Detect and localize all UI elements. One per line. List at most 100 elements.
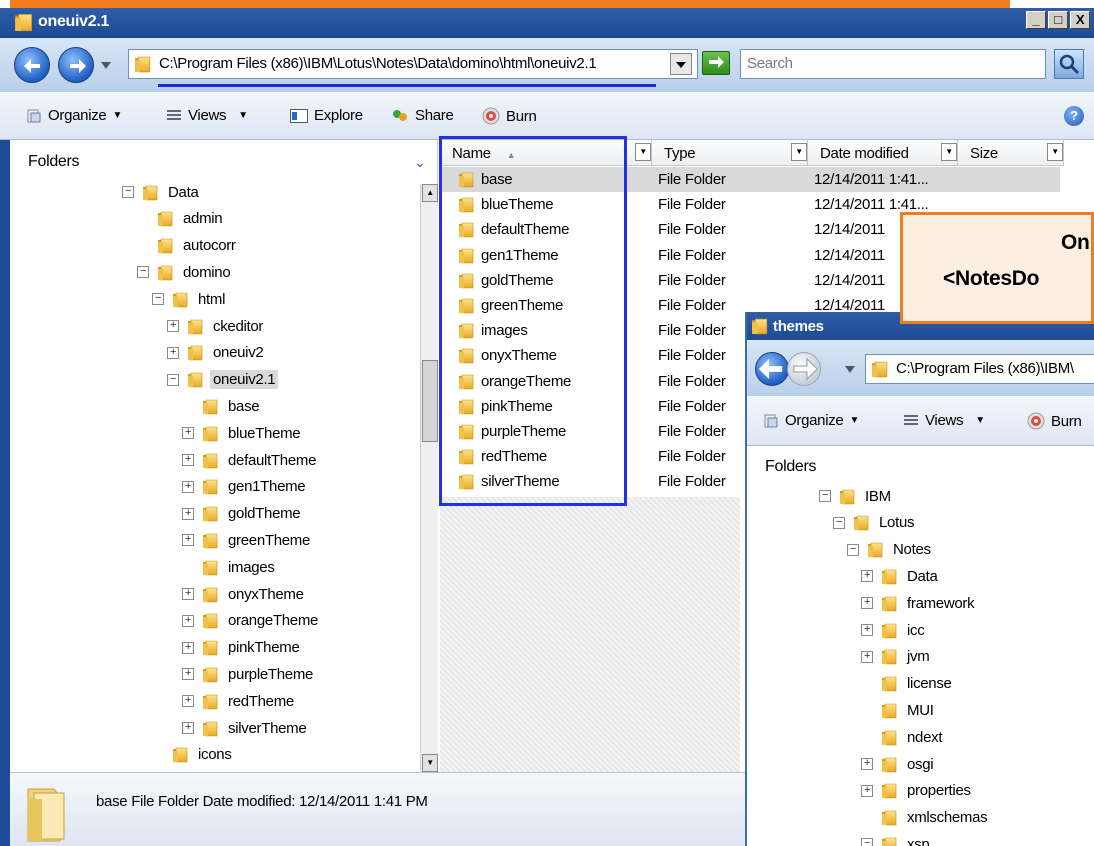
history-dropdown-icon[interactable] bbox=[101, 62, 111, 70]
organize-button[interactable]: Organize ▼ bbox=[763, 412, 859, 429]
collapse-icon[interactable]: − bbox=[847, 543, 859, 556]
tree-item[interactable]: + properties bbox=[861, 779, 974, 803]
chevron-down-icon[interactable]: ▼ bbox=[941, 143, 957, 161]
forward-button[interactable] bbox=[787, 352, 821, 386]
tree-item[interactable]: images bbox=[182, 555, 278, 579]
collapse-icon[interactable]: − bbox=[137, 266, 149, 279]
tree-item[interactable]: + oneuiv2 bbox=[167, 341, 266, 365]
column-header-type[interactable]: Type ▼ bbox=[652, 140, 808, 166]
tree-item[interactable]: + greenTheme bbox=[182, 528, 313, 552]
expand-icon[interactable]: + bbox=[167, 320, 179, 332]
window-title-bar[interactable]: oneuiv2.1 _ □ X bbox=[0, 8, 1094, 38]
tree-item[interactable]: − html bbox=[152, 287, 228, 311]
tree-scrollbar[interactable]: ▲ ▼ bbox=[420, 184, 438, 772]
history-dropdown-icon[interactable] bbox=[845, 366, 855, 374]
expand-icon[interactable]: + bbox=[182, 614, 194, 627]
column-header-size[interactable]: Size ▼ bbox=[958, 140, 1064, 166]
scroll-up-button[interactable]: ▲ bbox=[422, 184, 438, 202]
expand-icon[interactable]: + bbox=[861, 597, 873, 610]
tree-item[interactable]: + redTheme bbox=[182, 689, 297, 713]
expand-icon[interactable]: + bbox=[861, 650, 873, 663]
tree-item[interactable]: base bbox=[182, 394, 262, 418]
tree-item[interactable]: + gen1Theme bbox=[182, 475, 308, 499]
folders-header[interactable]: Folders bbox=[28, 153, 80, 171]
tree-item[interactable]: − oneuiv2.1 bbox=[167, 368, 279, 392]
help-button[interactable]: ? bbox=[1064, 106, 1084, 126]
address-field[interactable]: C:\Program Files (x86)\IBM\Lotus\Notes\D… bbox=[128, 49, 698, 79]
share-button[interactable]: Share bbox=[391, 107, 454, 124]
tree-item[interactable]: − Notes bbox=[847, 538, 934, 562]
column-header-date[interactable]: Date modified ▼ bbox=[808, 140, 958, 166]
tree-item[interactable]: − domino bbox=[137, 260, 233, 284]
tree-item[interactable]: + orangeTheme bbox=[182, 609, 321, 633]
back-button[interactable] bbox=[14, 47, 50, 83]
tree-item[interactable]: + onyxTheme bbox=[182, 582, 307, 606]
themes-address-field[interactable]: C:\Program Files (x86)\IBM\ bbox=[865, 354, 1094, 384]
expand-icon[interactable]: + bbox=[861, 784, 873, 797]
expand-icon[interactable]: + bbox=[182, 454, 194, 466]
expand-icon[interactable]: + bbox=[182, 507, 194, 520]
tree-item[interactable]: ndext bbox=[881, 725, 945, 749]
chevron-down-icon[interactable]: ▼ bbox=[635, 143, 651, 161]
close-button[interactable]: X bbox=[1070, 11, 1090, 29]
expand-icon[interactable]: + bbox=[167, 346, 179, 359]
collapse-icon[interactable]: − bbox=[167, 373, 179, 386]
minimize-button[interactable]: _ bbox=[1026, 11, 1046, 29]
expand-icon[interactable]: + bbox=[182, 427, 194, 440]
scroll-thumb[interactable] bbox=[422, 360, 438, 442]
expand-icon[interactable]: + bbox=[182, 722, 194, 734]
collapse-icon[interactable]: − bbox=[833, 516, 845, 529]
tree-item[interactable]: license bbox=[881, 672, 955, 696]
tree-item[interactable]: + Data bbox=[861, 564, 941, 588]
tree-item[interactable]: − Data bbox=[122, 180, 202, 204]
views-button[interactable]: Views ▼ bbox=[166, 107, 248, 124]
tree-item[interactable]: icons bbox=[152, 743, 235, 767]
back-button[interactable] bbox=[755, 352, 789, 386]
tree-item[interactable]: + icc bbox=[861, 618, 927, 642]
tree-item[interactable]: + jvm bbox=[861, 645, 932, 669]
tree-item[interactable]: + silverTheme bbox=[182, 716, 309, 740]
tree-item[interactable]: admin bbox=[137, 207, 225, 231]
address-dropdown-button[interactable] bbox=[670, 53, 692, 75]
collapse-icon[interactable]: − bbox=[819, 490, 831, 502]
search-input[interactable]: Search bbox=[740, 49, 1046, 79]
refresh-button[interactable] bbox=[702, 51, 730, 75]
expand-icon[interactable]: + bbox=[182, 480, 194, 493]
expand-icon[interactable]: + bbox=[182, 534, 194, 547]
expand-icon[interactable]: + bbox=[182, 695, 194, 708]
chevron-down-icon[interactable]: ▼ bbox=[1047, 143, 1063, 161]
tree-item[interactable]: − IBM bbox=[819, 484, 894, 508]
tree-item[interactable]: + defaultTheme bbox=[182, 448, 319, 472]
tree-item[interactable]: + goldTheme bbox=[182, 502, 303, 526]
forward-button[interactable] bbox=[58, 47, 94, 83]
search-button[interactable] bbox=[1054, 49, 1084, 79]
explore-button[interactable]: Explore bbox=[290, 107, 363, 124]
tree-item[interactable]: + osgi bbox=[861, 752, 936, 776]
tree-item[interactable]: + pinkTheme bbox=[182, 636, 303, 660]
burn-button[interactable]: Burn bbox=[1027, 412, 1082, 430]
tree-item[interactable]: + framework bbox=[861, 591, 977, 615]
organize-button[interactable]: Organize ▼ bbox=[26, 107, 122, 124]
expand-icon[interactable]: + bbox=[182, 641, 194, 654]
themes-folders-header[interactable]: Folders bbox=[765, 458, 817, 476]
chevron-down-icon[interactable]: ⌄ bbox=[414, 154, 426, 171]
tree-item[interactable]: xmlschemas bbox=[881, 806, 990, 830]
expand-icon[interactable]: + bbox=[861, 758, 873, 770]
collapse-icon[interactable]: − bbox=[152, 293, 164, 306]
expand-icon[interactable]: + bbox=[182, 588, 194, 600]
maximize-button[interactable]: □ bbox=[1048, 11, 1068, 29]
chevron-down-icon[interactable]: ▼ bbox=[791, 143, 807, 161]
expand-icon[interactable]: + bbox=[861, 624, 873, 636]
tree-item[interactable]: MUI bbox=[881, 698, 937, 722]
collapse-icon[interactable]: − bbox=[861, 838, 873, 846]
collapse-icon[interactable]: − bbox=[122, 186, 134, 198]
tree-item[interactable]: autocorr bbox=[137, 234, 239, 258]
tree-item[interactable]: − xsp bbox=[861, 832, 932, 846]
expand-icon[interactable]: + bbox=[861, 570, 873, 583]
views-button[interactable]: Views ▼ bbox=[903, 412, 985, 429]
burn-button[interactable]: Burn bbox=[482, 107, 537, 125]
tree-item[interactable]: + purpleTheme bbox=[182, 662, 316, 686]
scroll-down-button[interactable]: ▼ bbox=[422, 754, 438, 772]
expand-icon[interactable]: + bbox=[182, 668, 194, 681]
tree-item[interactable]: + ckeditor bbox=[167, 314, 266, 338]
